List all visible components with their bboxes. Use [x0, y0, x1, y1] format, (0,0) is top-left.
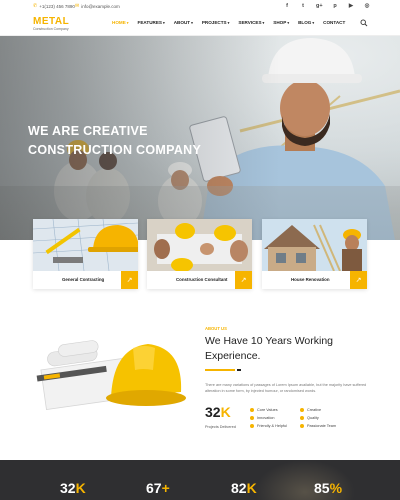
- phone-icon: ✆: [33, 3, 38, 9]
- nav-label: SERVICES: [238, 20, 262, 25]
- bullet-dot-icon: [250, 408, 254, 412]
- search-icon[interactable]: [360, 19, 368, 27]
- hero-banner: WE ARE CREATIVE CONSTRUCTION COMPANY: [0, 36, 400, 240]
- blueprint-hardhat-image: [33, 219, 138, 271]
- nav-about[interactable]: ABOUT ▾: [174, 20, 193, 25]
- band-stat-number: 85: [314, 480, 330, 496]
- about-label: ABOUT US: [205, 326, 227, 331]
- nav-label: BLOG: [298, 20, 312, 25]
- nav-shop[interactable]: SHOP ▾: [273, 20, 289, 25]
- hero-title-line2: CONSTRUCTION COMPANY: [28, 142, 202, 157]
- feature-item: Innovation: [250, 416, 275, 420]
- about-image: [36, 340, 186, 410]
- social-links: f t g+ p ▶ ◎: [284, 3, 370, 9]
- heading-underline: [205, 369, 241, 371]
- email-address: info@example.com: [81, 3, 120, 9]
- googleplus-icon[interactable]: g+: [316, 3, 323, 9]
- chevron-down-icon: ▾: [162, 20, 165, 25]
- mail-icon: ✉: [75, 3, 80, 9]
- chevron-down-icon: ▾: [126, 20, 129, 25]
- feature-label: Innovation: [257, 416, 275, 420]
- feature-label: Passionate Team: [307, 424, 337, 428]
- band-stat: 67+: [146, 480, 170, 496]
- feature-item: Core Values: [250, 408, 278, 412]
- service-card-general-contracting[interactable]: General Contracting ↗: [33, 219, 138, 289]
- house-renovation-image: [262, 219, 367, 271]
- service-label: General Contracting: [62, 277, 105, 282]
- top-bar: ✆ +1(123) 456 7890 ✉ info@example.com f …: [0, 0, 400, 14]
- service-label: Construction Consultant: [176, 277, 228, 282]
- feature-item: Passionate Team: [300, 424, 336, 428]
- main-nav: HOME ▾ FEATURES ▾ ABOUT ▾ PROJECTS ▾ SERVICE…: [112, 20, 354, 25]
- site-header: METAL Construction Company HOME ▾ FEATURE…: [0, 14, 400, 36]
- feature-item: Friendly & Helpful: [250, 424, 287, 428]
- logo[interactable]: METAL: [33, 16, 69, 27]
- nav-projects[interactable]: PROJECTS ▾: [202, 20, 230, 25]
- nav-features[interactable]: FEATURES ▾: [138, 20, 165, 25]
- band-stat-number: 32: [60, 480, 76, 496]
- band-stat-suffix: %: [329, 480, 343, 496]
- about-heading: We Have 10 Years Working Experience.: [205, 334, 375, 363]
- nav-blog[interactable]: BLOG ▾: [298, 20, 314, 25]
- band-stat-number: 82: [231, 480, 247, 496]
- band-stat-number: 67: [146, 480, 162, 496]
- nav-label: HOME: [112, 20, 126, 25]
- nav-contact[interactable]: CONTACT: [323, 20, 345, 25]
- band-stat: 82K: [231, 480, 257, 496]
- about-stat-value: 32K: [205, 404, 231, 420]
- service-card-construction-consultant[interactable]: Construction Consultant ↗: [147, 219, 252, 289]
- band-stat-suffix: K: [246, 480, 257, 496]
- stat-suffix: K: [220, 404, 231, 420]
- stat-number: 32: [205, 404, 221, 420]
- nav-home[interactable]: HOME ▾: [112, 20, 129, 25]
- arrow-right-icon[interactable]: ↗: [235, 271, 252, 289]
- about-description: There are many variations of passages of…: [205, 383, 367, 394]
- feature-label: Creative: [307, 408, 322, 412]
- feature-label: Quality: [307, 416, 319, 420]
- service-label: House Renovation: [291, 277, 330, 282]
- arrow-right-icon[interactable]: ↗: [350, 271, 367, 289]
- facebook-icon[interactable]: f: [284, 3, 290, 9]
- chevron-down-icon: ▾: [312, 20, 315, 25]
- service-card-house-renovation[interactable]: House Renovation ↗: [262, 219, 367, 289]
- nav-services[interactable]: SERVICES ▾: [238, 20, 264, 25]
- nav-label: FEATURES: [137, 20, 162, 25]
- band-stat: 85%: [314, 480, 342, 496]
- about-heading-line1: We Have 10 Years Working: [205, 335, 334, 347]
- feature-item: Quality: [300, 416, 319, 420]
- nav-label: PROJECTS: [201, 20, 227, 25]
- feature-item: Creative: [300, 408, 321, 412]
- hero-title: WE ARE CREATIVE CONSTRUCTION COMPANY: [28, 122, 228, 160]
- band-stat: 32K: [60, 480, 86, 496]
- bullet-dot-icon: [300, 416, 304, 420]
- team-meeting-image: [147, 219, 252, 271]
- feature-label: Core Values: [257, 408, 278, 412]
- instagram-icon[interactable]: ◎: [364, 3, 370, 9]
- chevron-down-icon: ▾: [287, 20, 290, 25]
- arrow-right-icon[interactable]: ↗: [121, 271, 138, 289]
- about-heading-line2: Experience.: [205, 349, 261, 362]
- bullet-dot-icon: [300, 424, 304, 428]
- bullet-dot-icon: [300, 408, 304, 412]
- pinterest-icon[interactable]: p: [332, 3, 338, 9]
- chevron-down-icon: ▾: [262, 20, 265, 25]
- about-stat-label: Projects Delivered: [205, 425, 236, 429]
- chevron-down-icon: ▾: [191, 20, 193, 25]
- bullet-dot-icon: [250, 424, 254, 428]
- logo-tagline: Construction Company: [33, 27, 69, 31]
- phone-contact[interactable]: ✆ +1(123) 456 7890: [33, 3, 75, 9]
- phone-number: +1(123) 456 7890: [39, 3, 75, 9]
- band-stat-suffix: K: [75, 480, 86, 496]
- youtube-icon[interactable]: ▶: [348, 3, 354, 9]
- nav-label: ABOUT: [173, 20, 191, 25]
- twitter-icon[interactable]: t: [300, 3, 306, 9]
- feature-label: Friendly & Helpful: [257, 424, 287, 428]
- band-stat-suffix: +: [161, 480, 170, 496]
- chevron-down-icon: ▾: [227, 20, 230, 25]
- nav-label: CONTACT: [323, 20, 346, 25]
- bullet-dot-icon: [250, 416, 254, 420]
- hero-title-line1: WE ARE CREATIVE: [28, 124, 148, 138]
- email-contact[interactable]: ✉ info@example.com: [75, 3, 120, 9]
- nav-label: SHOP: [273, 20, 287, 25]
